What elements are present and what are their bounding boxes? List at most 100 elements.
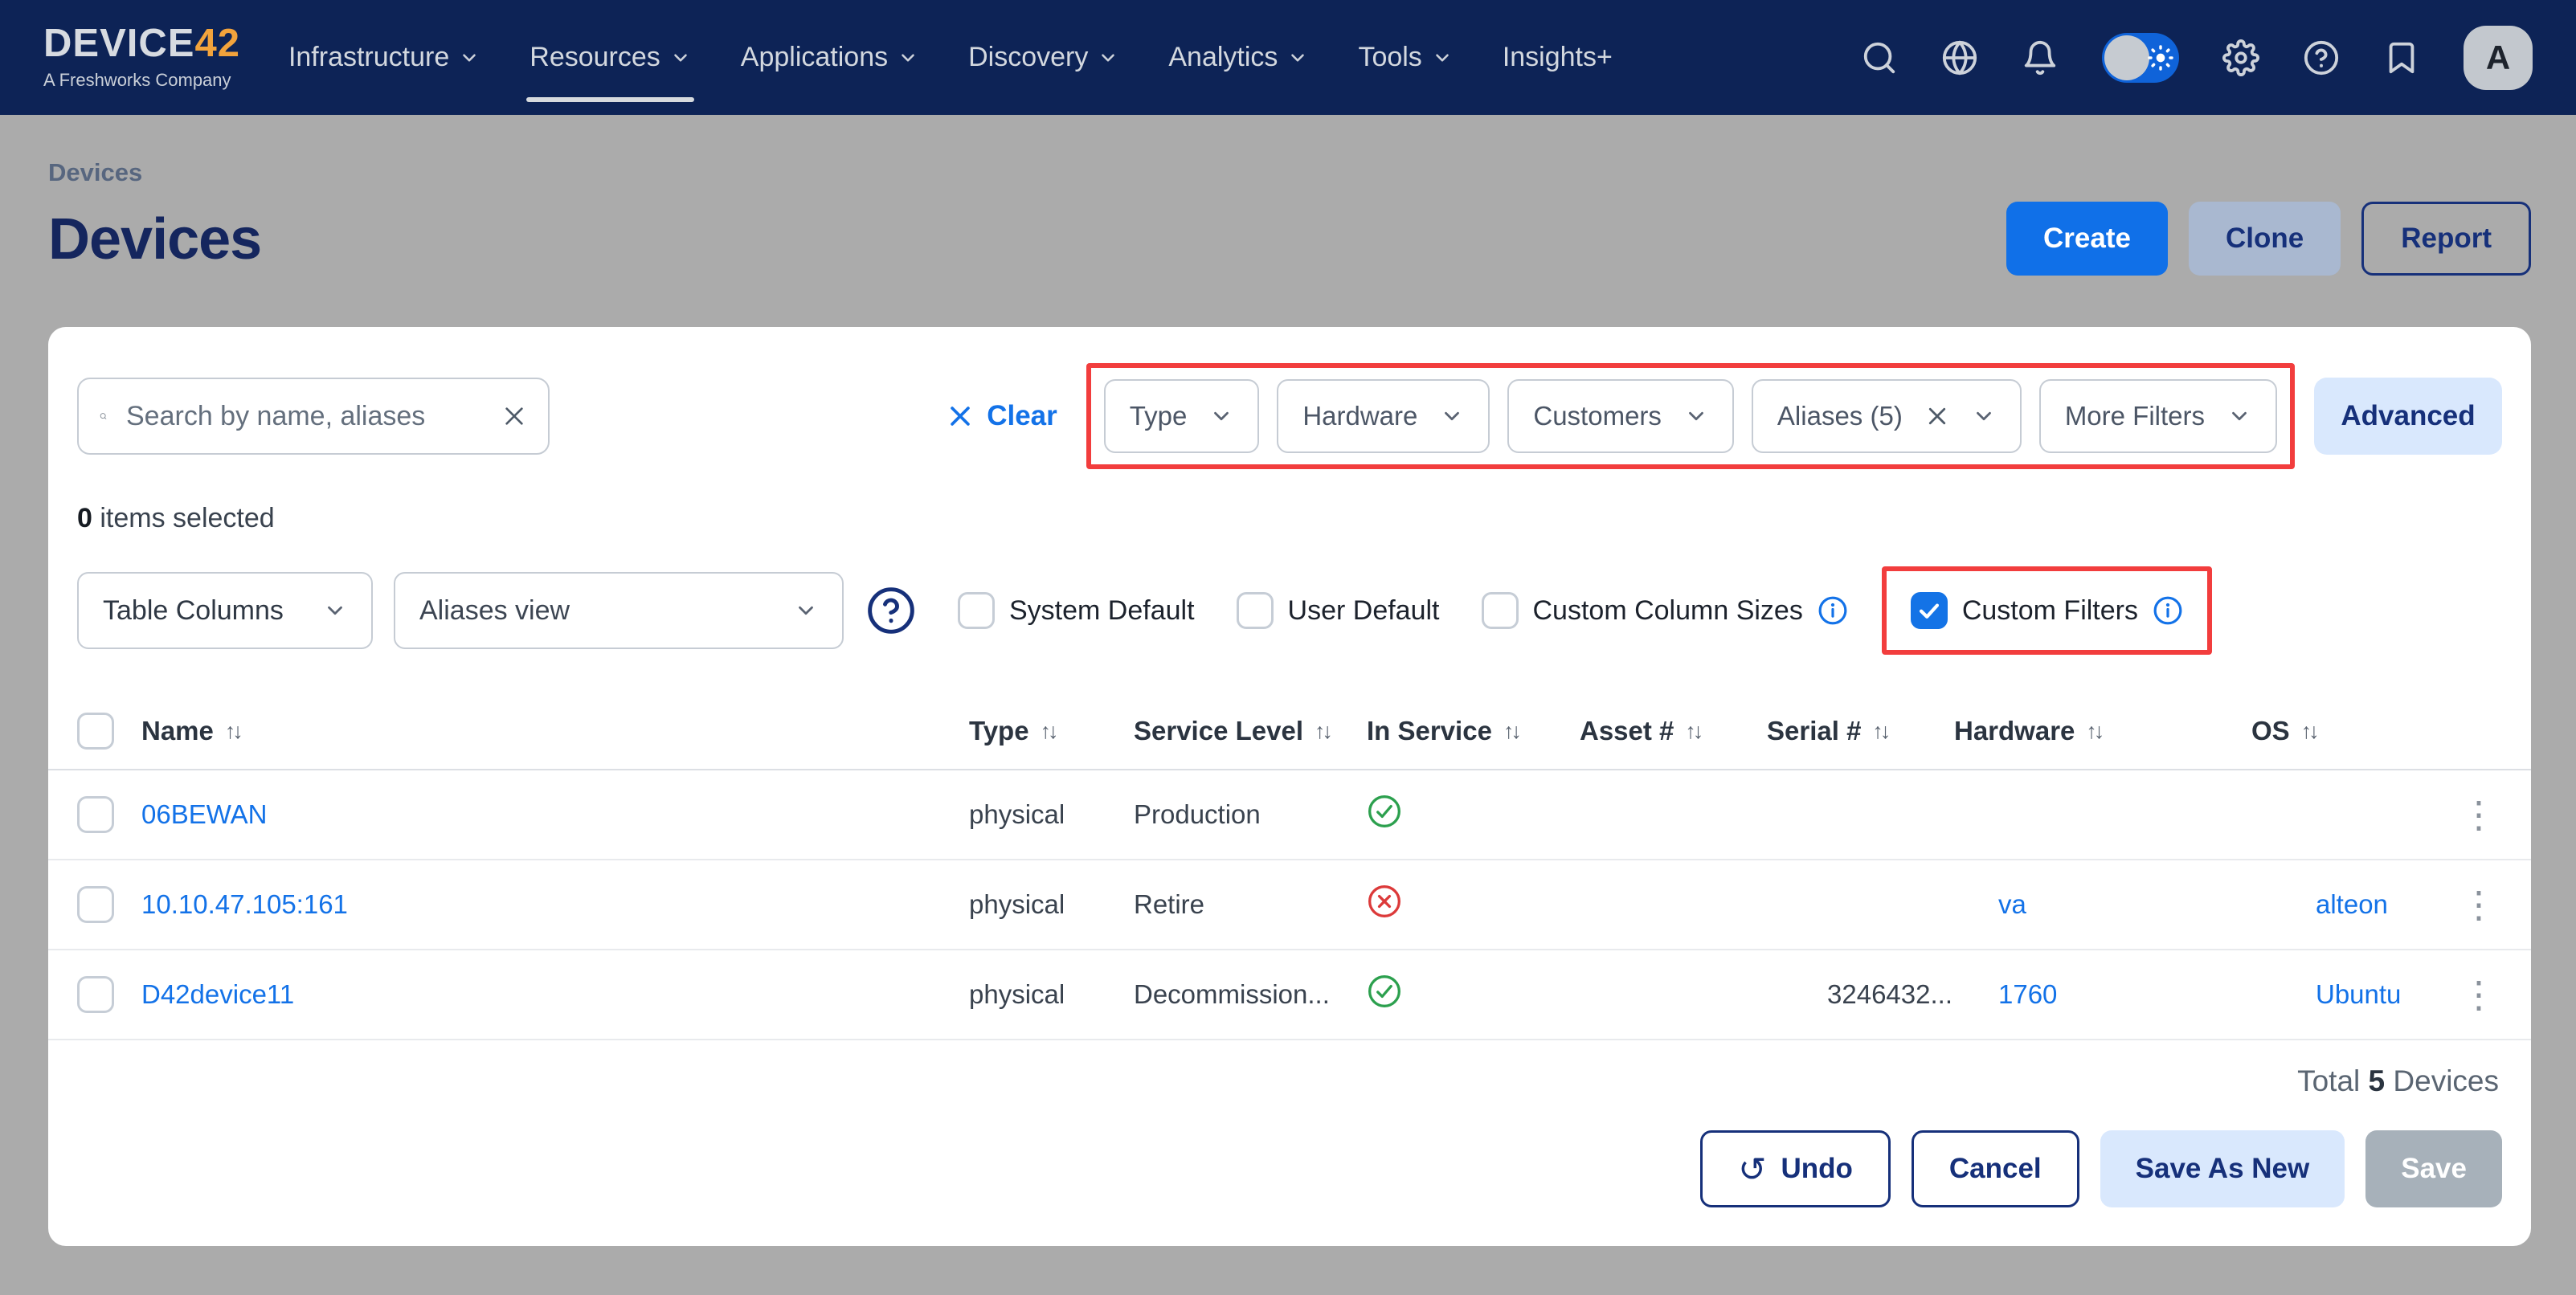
column-header-serial-[interactable]: Serial #↑↓ [1767,716,1954,746]
column-header-name[interactable]: Name↑↓ [141,716,969,746]
save-button[interactable]: Save [2365,1130,2502,1207]
row-kebab-menu-icon[interactable]: ⋮ [2460,886,2502,923]
sort-icon[interactable]: ↑↓ [225,719,240,744]
column-header-in-service[interactable]: In Service↑↓ [1367,716,1580,746]
checkbox-group-user-default[interactable]: User Default [1237,592,1440,629]
settings-gear-icon[interactable] [2222,39,2259,76]
row-kebab-menu-icon[interactable]: ⋮ [2460,976,2502,1013]
nav-item-insights-[interactable]: Insights+ [1503,0,1613,115]
notifications-bell-icon[interactable] [2022,39,2059,76]
report-button[interactable]: Report [2361,202,2531,276]
clear-filters-button[interactable]: Clear [947,400,1057,432]
clear-x-icon [947,402,974,430]
column-label: Asset # [1580,716,1674,746]
device-name-link[interactable]: 06BEWAN [141,799,969,830]
sort-icon[interactable]: ↑↓ [1315,719,1330,744]
search-icon[interactable] [1861,39,1898,76]
sort-icon[interactable]: ↑↓ [2301,719,2316,744]
in-service-yes-icon [1367,794,1402,829]
nav-item-resources[interactable]: Resources [530,0,691,115]
globe-icon[interactable] [1941,39,1978,76]
info-icon[interactable] [2153,595,2183,626]
info-icon[interactable] [1818,595,1848,626]
checkbox[interactable] [1237,592,1274,629]
nav-item-label: Infrastructure [288,42,449,73]
table-columns-dropdown[interactable]: Table Columns [77,572,373,649]
column-header-hardware[interactable]: Hardware↑↓ [1954,716,2251,746]
checkbox-group-custom-column-sizes[interactable]: Custom Column Sizes [1482,592,1848,629]
device42-logo[interactable]: DEVICE42 A Freshworks Company [43,24,240,91]
nav-item-discovery[interactable]: Discovery [968,0,1118,115]
row-kebab-menu-icon[interactable]: ⋮ [2460,796,2502,833]
sort-icon[interactable]: ↑↓ [1685,719,1700,744]
help-icon[interactable] [2303,39,2340,76]
filter-chip-customers[interactable]: Customers [1507,379,1734,453]
cell-in-service [1367,974,1580,1015]
user-avatar[interactable]: A [2464,26,2533,90]
checkbox[interactable] [1911,592,1948,629]
search-input[interactable] [125,400,484,433]
sort-icon[interactable]: ↑↓ [1041,719,1056,744]
filter-chip-type[interactable]: Type [1104,379,1260,453]
filter-chip-hardware[interactable]: Hardware [1277,379,1490,453]
device-name-link[interactable]: D42device11 [141,979,969,1010]
device-name-link[interactable]: 10.10.47.105:161 [141,889,969,920]
sort-icon[interactable]: ↑↓ [2086,719,2101,744]
chevron-down-icon [1287,47,1308,68]
in-service-yes-icon [1367,974,1402,1009]
view-select-value: Aliases view [419,595,570,627]
custom-filters-annotation-box: Custom Filters [1882,566,2212,655]
nav-item-analytics[interactable]: Analytics [1168,0,1308,115]
checkbox-label: User Default [1288,595,1440,627]
cell-os[interactable]: alteon [2251,889,2460,920]
cell-hardware[interactable]: 1760 [1954,979,2251,1010]
undo-button[interactable]: ↺ Undo [1700,1130,1891,1207]
theme-toggle-knob [2104,35,2149,80]
select-all-checkbox[interactable] [77,713,114,750]
create-button[interactable]: Create [2006,202,2168,276]
checkbox-group-system-default[interactable]: System Default [958,592,1195,629]
filter-chip-label: More Filters [2065,401,2205,431]
nav-item-infrastructure[interactable]: Infrastructure [288,0,480,115]
chevron-down-icon [1684,404,1708,428]
theme-toggle[interactable] [2102,33,2179,83]
nav-item-tools[interactable]: Tools [1358,0,1452,115]
cancel-button[interactable]: Cancel [1912,1130,2079,1207]
search-clear-x-icon[interactable] [501,403,527,429]
cell-os[interactable]: Ubuntu [2251,979,2460,1010]
checkbox-group-custom-filters[interactable]: Custom Filters [1911,592,2183,629]
advanced-button[interactable]: Advanced [2314,378,2502,455]
chevron-down-icon [1972,404,1996,428]
bookmark-icon[interactable] [2383,39,2420,76]
column-header-type[interactable]: Type↑↓ [969,716,1134,746]
table-row: D42device11physicalDecommission...324643… [48,950,2531,1040]
checkbox[interactable] [958,592,995,629]
clone-button[interactable]: Clone [2189,202,2341,276]
total-suffix: Devices [2393,1064,2499,1097]
chevron-down-icon [459,47,480,68]
filter-chip-more-filters[interactable]: More Filters [2039,379,2277,453]
checkbox[interactable] [1482,592,1519,629]
check-icon [1916,597,1943,624]
breadcrumb[interactable]: Devices [48,158,261,187]
search-box[interactable] [77,378,550,455]
view-select-dropdown[interactable]: Aliases view [394,572,844,649]
column-header-os[interactable]: OS↑↓ [2251,716,2460,746]
logo-text: DEVICE42 [43,24,240,63]
column-header-asset-[interactable]: Asset # ↑↓ [1580,716,1767,746]
checkbox-label: Custom Column Sizes [1533,595,1803,627]
row-checkbox[interactable] [77,796,114,833]
cell-hardware[interactable]: va [1954,889,2251,920]
save-as-new-button[interactable]: Save As New [2100,1130,2345,1207]
table-columns-label: Table Columns [103,595,284,627]
views-help-icon[interactable] [866,586,916,635]
row-checkbox[interactable] [77,976,114,1013]
sort-icon[interactable]: ↑↓ [1872,719,1887,744]
sort-icon[interactable]: ↑↓ [1503,719,1519,744]
row-checkbox[interactable] [77,886,114,923]
remove-x-icon[interactable] [1925,404,1949,428]
filter-chip-aliases-5-[interactable]: Aliases (5) [1752,379,2022,453]
column-header-service-level[interactable]: Service Level↑↓ [1134,716,1367,746]
page-header-left: Devices Devices [48,115,261,276]
nav-item-applications[interactable]: Applications [741,0,918,115]
